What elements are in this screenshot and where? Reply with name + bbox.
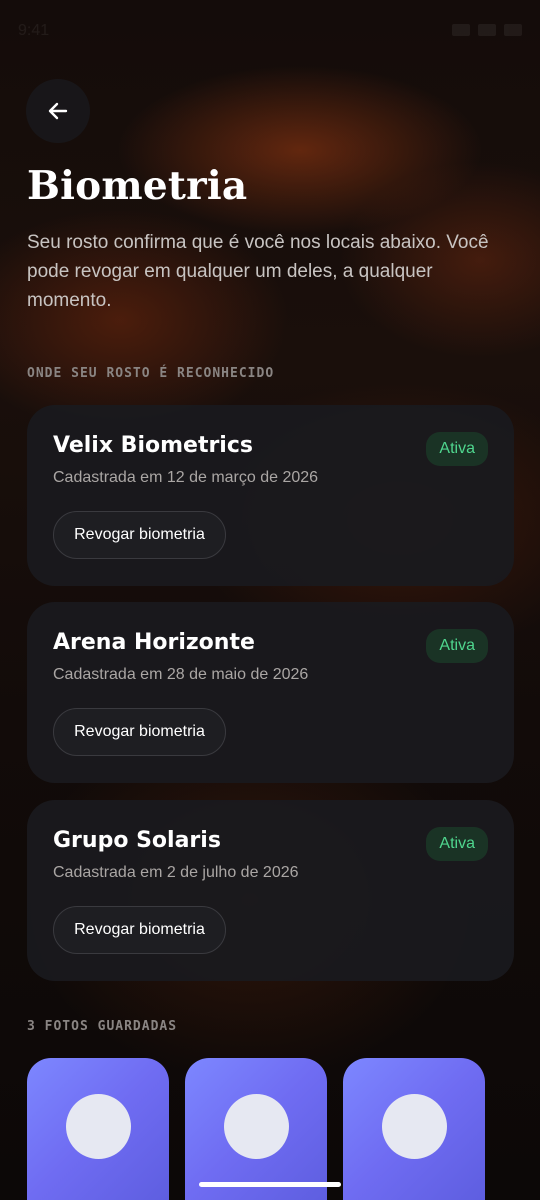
location-registered-date: Cadastrada em 12 de março de 2026 (53, 469, 319, 486)
location-registered-date: Cadastrada em 28 de maio de 2026 (53, 666, 309, 683)
location-card: Velix Biometrics Cadastrada em 12 de mar… (27, 405, 514, 586)
location-registered-date: Cadastrada em 2 de julho de 2026 (53, 864, 299, 881)
home-indicator[interactable] (199, 1182, 341, 1187)
revoke-biometrics-button[interactable]: Revogar biometria (53, 708, 226, 756)
location-name: Arena Horizonte (53, 630, 255, 655)
section-label-photos: 3 FOTOS GUARDADAS (27, 1019, 178, 1034)
signal-icon (478, 24, 496, 36)
location-name: Grupo Solaris (53, 828, 221, 853)
stored-photo-tile[interactable] (343, 1058, 485, 1200)
status-icons (452, 24, 522, 36)
location-name: Velix Biometrics (53, 433, 253, 458)
status-time: 9:41 (18, 22, 50, 39)
back-button[interactable] (26, 79, 90, 143)
battery-icon (504, 24, 522, 36)
arrow-left-icon (48, 102, 68, 120)
face-placeholder-icon (224, 1094, 289, 1159)
location-card: Grupo Solaris Cadastrada em 2 de julho d… (27, 800, 514, 981)
status-badge: Ativa (426, 432, 488, 466)
stored-photo-tile[interactable] (185, 1058, 327, 1200)
wifi-icon (452, 24, 470, 36)
revoke-biometrics-button[interactable]: Revogar biometria (53, 511, 226, 559)
page-title: Biometria (27, 163, 248, 209)
face-placeholder-icon (382, 1094, 447, 1159)
location-card: Arena Horizonte Cadastrada em 28 de maio… (27, 602, 514, 783)
revoke-biometrics-button[interactable]: Revogar biometria (53, 906, 226, 954)
status-badge: Ativa (426, 827, 488, 861)
status-badge: Ativa (426, 629, 488, 663)
status-bar: 9:41 (0, 0, 540, 64)
section-label-recognized: ONDE SEU ROSTO É RECONHECIDO (27, 366, 275, 381)
face-placeholder-icon (66, 1094, 131, 1159)
page-subtitle: Seu rosto confirma que é você nos locais… (27, 232, 489, 311)
stored-photo-tile[interactable] (27, 1058, 169, 1200)
